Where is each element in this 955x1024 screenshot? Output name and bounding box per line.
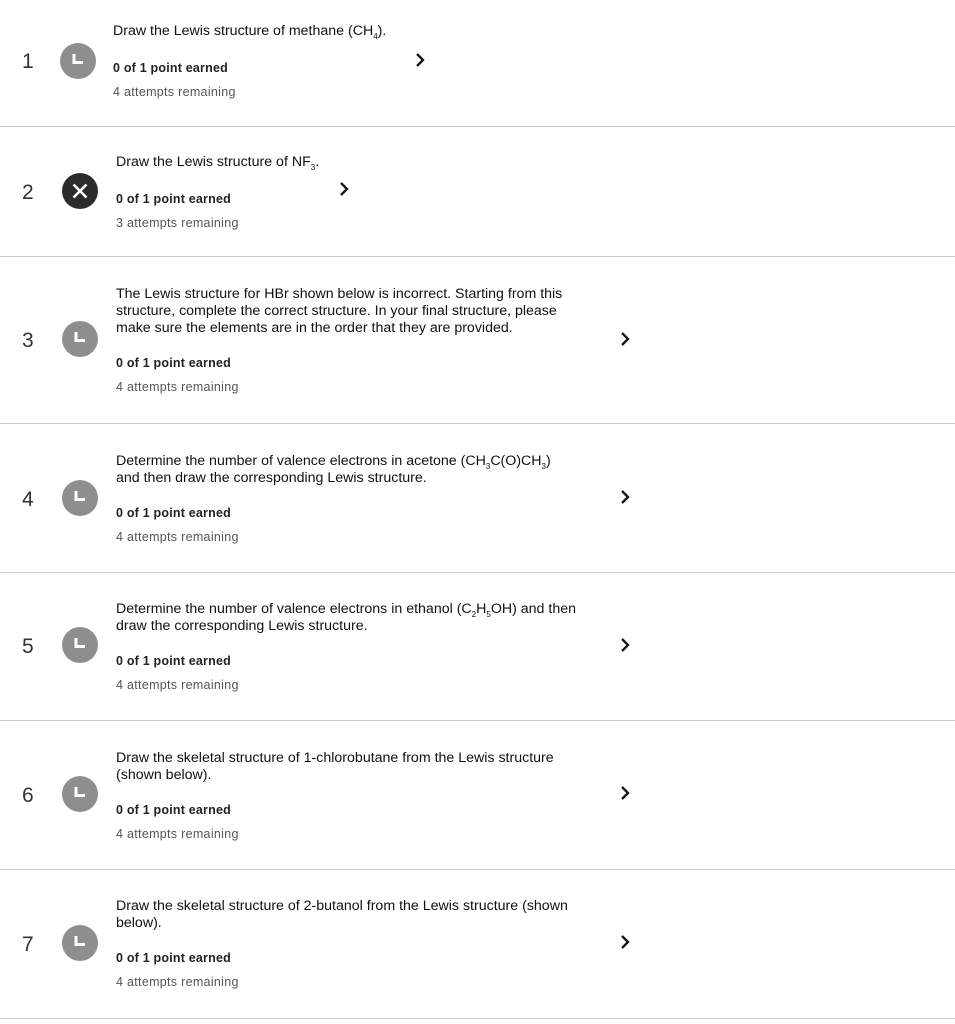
chevron-right-icon[interactable] — [618, 934, 632, 950]
question-prompt: Draw the Lewis structure of NF3. — [116, 154, 320, 172]
question-number: 5 — [22, 635, 34, 658]
question-number: 7 — [22, 933, 34, 956]
question-row-5[interactable]: 5 Determine the number of valence electr… — [0, 573, 955, 721]
points-earned: 0 of 1 point earned — [116, 356, 231, 370]
points-earned: 0 of 1 point earned — [116, 506, 231, 520]
question-number: 2 — [22, 181, 34, 204]
clock-icon — [60, 43, 96, 79]
attempts-remaining: 4 attempts remaining — [113, 85, 236, 99]
points-earned: 0 of 1 point earned — [116, 192, 231, 206]
question-number: 1 — [22, 50, 34, 73]
chevron-right-icon[interactable] — [337, 181, 351, 197]
attempts-remaining: 3 attempts remaining — [116, 216, 239, 230]
question-row-3[interactable]: 3 The Lewis structure for HBr shown belo… — [0, 257, 955, 424]
clock-icon — [62, 480, 98, 516]
chevron-right-icon[interactable] — [413, 52, 427, 68]
question-prompt: Draw the skeletal structure of 1-chlorob… — [116, 750, 554, 783]
question-row-2[interactable]: 2 Draw the Lewis structure of NF3. 0 of … — [0, 127, 955, 257]
attempts-remaining: 4 attempts remaining — [116, 530, 239, 544]
points-earned: 0 of 1 point earned — [116, 654, 231, 668]
question-row-6[interactable]: 6 Draw the skeletal structure of 1-chlor… — [0, 721, 955, 870]
chevron-right-icon[interactable] — [618, 331, 632, 347]
clock-icon — [62, 776, 98, 812]
attempts-remaining: 4 attempts remaining — [116, 678, 239, 692]
question-prompt: Draw the Lewis structure of methane (CH4… — [113, 23, 387, 41]
clock-icon — [62, 627, 98, 663]
chevron-right-icon[interactable] — [618, 637, 632, 653]
question-prompt: Determine the number of valence electron… — [116, 453, 551, 486]
points-earned: 0 of 1 point earned — [116, 951, 231, 965]
attempts-remaining: 4 attempts remaining — [116, 380, 239, 394]
clock-icon — [62, 321, 98, 357]
question-prompt: Determine the number of valence electron… — [116, 601, 577, 634]
chevron-right-icon[interactable] — [618, 489, 632, 505]
question-prompt: The Lewis structure for HBr shown below … — [116, 286, 563, 336]
points-earned: 0 of 1 point earned — [116, 803, 231, 817]
x-icon — [62, 173, 98, 209]
chevron-right-icon[interactable] — [618, 785, 632, 801]
question-number: 4 — [22, 488, 34, 511]
attempts-remaining: 4 attempts remaining — [116, 975, 239, 989]
question-prompt: Draw the skeletal structure of 2-butanol… — [116, 898, 568, 931]
question-row-7[interactable]: 7 Draw the skeletal structure of 2-butan… — [0, 870, 955, 1019]
question-row-1[interactable]: 1 Draw the Lewis structure of methane (C… — [0, 0, 955, 127]
points-earned: 0 of 1 point earned — [113, 61, 228, 75]
question-number: 6 — [22, 784, 34, 807]
question-row-4[interactable]: 4 Determine the number of valence electr… — [0, 424, 955, 573]
clock-icon — [62, 925, 98, 961]
question-number: 3 — [22, 329, 34, 352]
attempts-remaining: 4 attempts remaining — [116, 827, 239, 841]
